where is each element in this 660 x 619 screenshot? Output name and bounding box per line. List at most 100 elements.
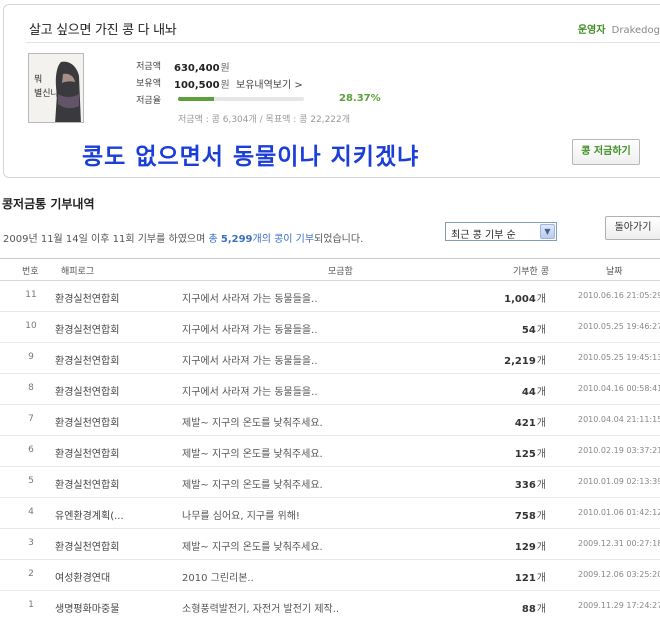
donation-date: 2010.01.09 02:13:39	[578, 477, 660, 486]
saved-label: 저금액	[136, 62, 161, 72]
goal-text: 저금액 : 콩 6,304개 / 목표액 : 콩 22,222개	[178, 115, 351, 125]
held-label: 보유액	[136, 79, 161, 89]
org-link[interactable]: 유엔환경계획(...	[55, 507, 124, 522]
table-row: 7 환경실천연합회 제발~ 지구의 온도를 낮춰주세요. 421개 2010.04.04…	[0, 405, 660, 436]
bean-unit: 개	[536, 511, 546, 522]
donation-date: 2010.02.19 03:37:21	[578, 446, 660, 455]
table-row: 6 환경실천연합회 제발~ 지구의 온도를 낮춰주세요. 125개 2010.02.19…	[0, 436, 660, 467]
divider	[26, 42, 660, 43]
header-no: 번호	[22, 267, 39, 277]
campaign-link[interactable]: 지구에서 사라져 가는 동물들을..	[182, 321, 318, 336]
donated-amount: 54개	[521, 325, 546, 336]
donation-date: 2010.04.16 00:58:41	[578, 384, 660, 393]
org-link[interactable]: 환경실천연합회	[55, 538, 119, 553]
sort-selected-value: 최근 콩 기부 순	[451, 230, 516, 241]
campaign-link[interactable]: 제발~ 지구의 온도를 낮춰주세요.	[182, 476, 323, 491]
section-title: 콩저금통 기부내역	[2, 197, 95, 211]
slogan-text: 콩도 없으면서 동물이나 지키겠냐	[82, 144, 420, 170]
campaign-link[interactable]: 2010 그린리본..	[182, 569, 254, 584]
campaign-link[interactable]: 제발~ 지구의 온도를 낮춰주세요.	[182, 538, 323, 553]
org-link[interactable]: 환경실천연합회	[55, 445, 119, 460]
campaign-link[interactable]: 지구에서 사라져 가는 동물들을..	[182, 290, 318, 305]
sort-dropdown[interactable]: 최근 콩 기부 순 ▼	[445, 222, 557, 241]
chevron-down-icon[interactable]: ▼	[540, 224, 555, 239]
donation-date: 2009.11.29 17:24:27	[578, 601, 660, 610]
donated-amount: 129개	[514, 542, 546, 553]
bean-unit: 개	[536, 573, 546, 584]
row-number: 10	[25, 321, 37, 331]
bean-unit: 개	[536, 604, 546, 615]
won-unit: 원	[220, 63, 230, 74]
table-row: 5 환경실천연합회 제발~ 지구의 온도를 낮춰주세요. 336개 2010.01.09…	[0, 467, 660, 498]
header-amount: 기부한 콩	[513, 267, 549, 277]
campaign-link[interactable]: 소형풍력발전기, 자전거 발전기 제작..	[182, 600, 339, 615]
donation-table-body: 11 환경실천연합회 지구에서 사라져 가는 동물들을.. 1,004개 2010.06…	[0, 281, 660, 619]
row-number: 1	[28, 600, 34, 610]
avatar-image: 뭐 별신나	[29, 54, 83, 122]
donation-date: 2009.12.06 03:25:20	[578, 570, 660, 579]
saved-value: 630,400원	[174, 63, 230, 74]
summary-suffix: 되었습니다.	[314, 234, 364, 245]
donated-amount: 121개	[514, 573, 546, 584]
donation-date: 2010.05.25 19:45:13	[578, 353, 660, 362]
table-row: 9 환경실천연합회 지구에서 사라져 가는 동물들을.. 2,219개 2010.05.…	[0, 343, 660, 374]
donation-date: 2010.04.04 21:11:15	[578, 415, 660, 424]
row-number: 5	[28, 476, 34, 486]
bean-unit: 개	[536, 356, 546, 367]
row-number: 6	[28, 445, 34, 455]
campaign-link[interactable]: 지구에서 사라져 가는 동물들을..	[182, 383, 318, 398]
org-link[interactable]: 환경실천연합회	[55, 352, 119, 367]
org-link[interactable]: 환경실천연합회	[55, 414, 119, 429]
savings-progress-bar	[178, 97, 304, 101]
holdings-link[interactable]: 보유내역보기 >	[236, 76, 303, 91]
org-link[interactable]: 환경실천연합회	[55, 476, 119, 491]
campaign-link[interactable]: 제발~ 지구의 온도를 낮춰주세요.	[182, 445, 323, 460]
header-org: 해피로그	[61, 267, 95, 277]
campaign-link[interactable]: 지구에서 사라져 가는 동물들을..	[182, 352, 318, 367]
summary-highlight: 총 5,299개의 콩이 기부	[208, 234, 315, 245]
table-header: 번호 해피로그 모금함 기부한 콩 날짜	[0, 258, 660, 281]
org-link[interactable]: 생명평화마중물	[55, 600, 119, 615]
header-campaign: 모금함	[328, 267, 353, 277]
operator-label: 운영자	[577, 25, 606, 36]
donated-amount: 44개	[521, 387, 546, 398]
row-number: 8	[28, 383, 34, 393]
back-button[interactable]: 돌아가기	[605, 216, 660, 240]
won-unit: 원	[220, 80, 230, 91]
donation-date: 2009.12.31 00:27:18	[578, 539, 660, 548]
row-number: 9	[28, 352, 34, 362]
bean-unit: 개	[536, 449, 546, 460]
org-link[interactable]: 환경실천연합회	[55, 290, 119, 305]
row-number: 4	[28, 507, 34, 517]
donated-amount: 125개	[514, 449, 546, 460]
table-row: 2 여성환경연대 2010 그린리본.. 121개 2009.12.06 03:25:2…	[0, 560, 660, 591]
summary-prefix: 2009년 11월 14일 이후 11회 기부를 하였으며	[3, 234, 209, 245]
org-link[interactable]: 여성환경연대	[55, 569, 110, 584]
table-row: 11 환경실천연합회 지구에서 사라져 가는 동물들을.. 1,004개 2010.06…	[0, 281, 660, 312]
donation-date: 2010.05.25 19:46:27	[578, 322, 660, 331]
campaign-link[interactable]: 제발~ 지구의 온도를 낮춰주세요.	[182, 414, 323, 429]
save-bean-button[interactable]: 콩 저금하기	[572, 139, 640, 165]
held-value: 100,500원	[174, 80, 230, 91]
donation-date: 2010.01.06 01:42:12	[578, 508, 660, 517]
table-row: 1 생명평화마중물 소형풍력발전기, 자전거 발전기 제작.. 88개 2009.11.…	[0, 591, 660, 619]
row-number: 3	[28, 538, 34, 548]
operator-info: 운영자 Drakedog	[578, 21, 660, 36]
org-link[interactable]: 환경실천연합회	[55, 321, 119, 336]
svg-text:별신나: 별신나	[34, 88, 59, 99]
campaign-link[interactable]: 나무를 심어요, 지구를 위해!	[182, 507, 300, 522]
donation-summary: 2009년 11월 14일 이후 11회 기부를 하였으며 총 5,299개의 …	[3, 230, 363, 245]
bean-unit: 개	[536, 294, 546, 305]
table-row: 8 환경실천연합회 지구에서 사라져 가는 동물들을.. 44개 2010.04.16 …	[0, 374, 660, 405]
donated-amount: 421개	[514, 418, 546, 429]
row-number: 2	[28, 569, 34, 579]
org-link[interactable]: 환경실천연합회	[55, 383, 119, 398]
donated-amount: 758개	[514, 511, 546, 522]
bean-unit: 개	[536, 325, 546, 336]
svg-text:뭐: 뭐	[34, 73, 42, 85]
row-number: 11	[25, 290, 37, 300]
operator-name[interactable]: Drakedog	[612, 25, 660, 36]
progress-fill	[178, 97, 214, 101]
progress-percent: 28.37%	[339, 93, 381, 104]
avatar[interactable]: 뭐 별신나	[28, 53, 84, 123]
